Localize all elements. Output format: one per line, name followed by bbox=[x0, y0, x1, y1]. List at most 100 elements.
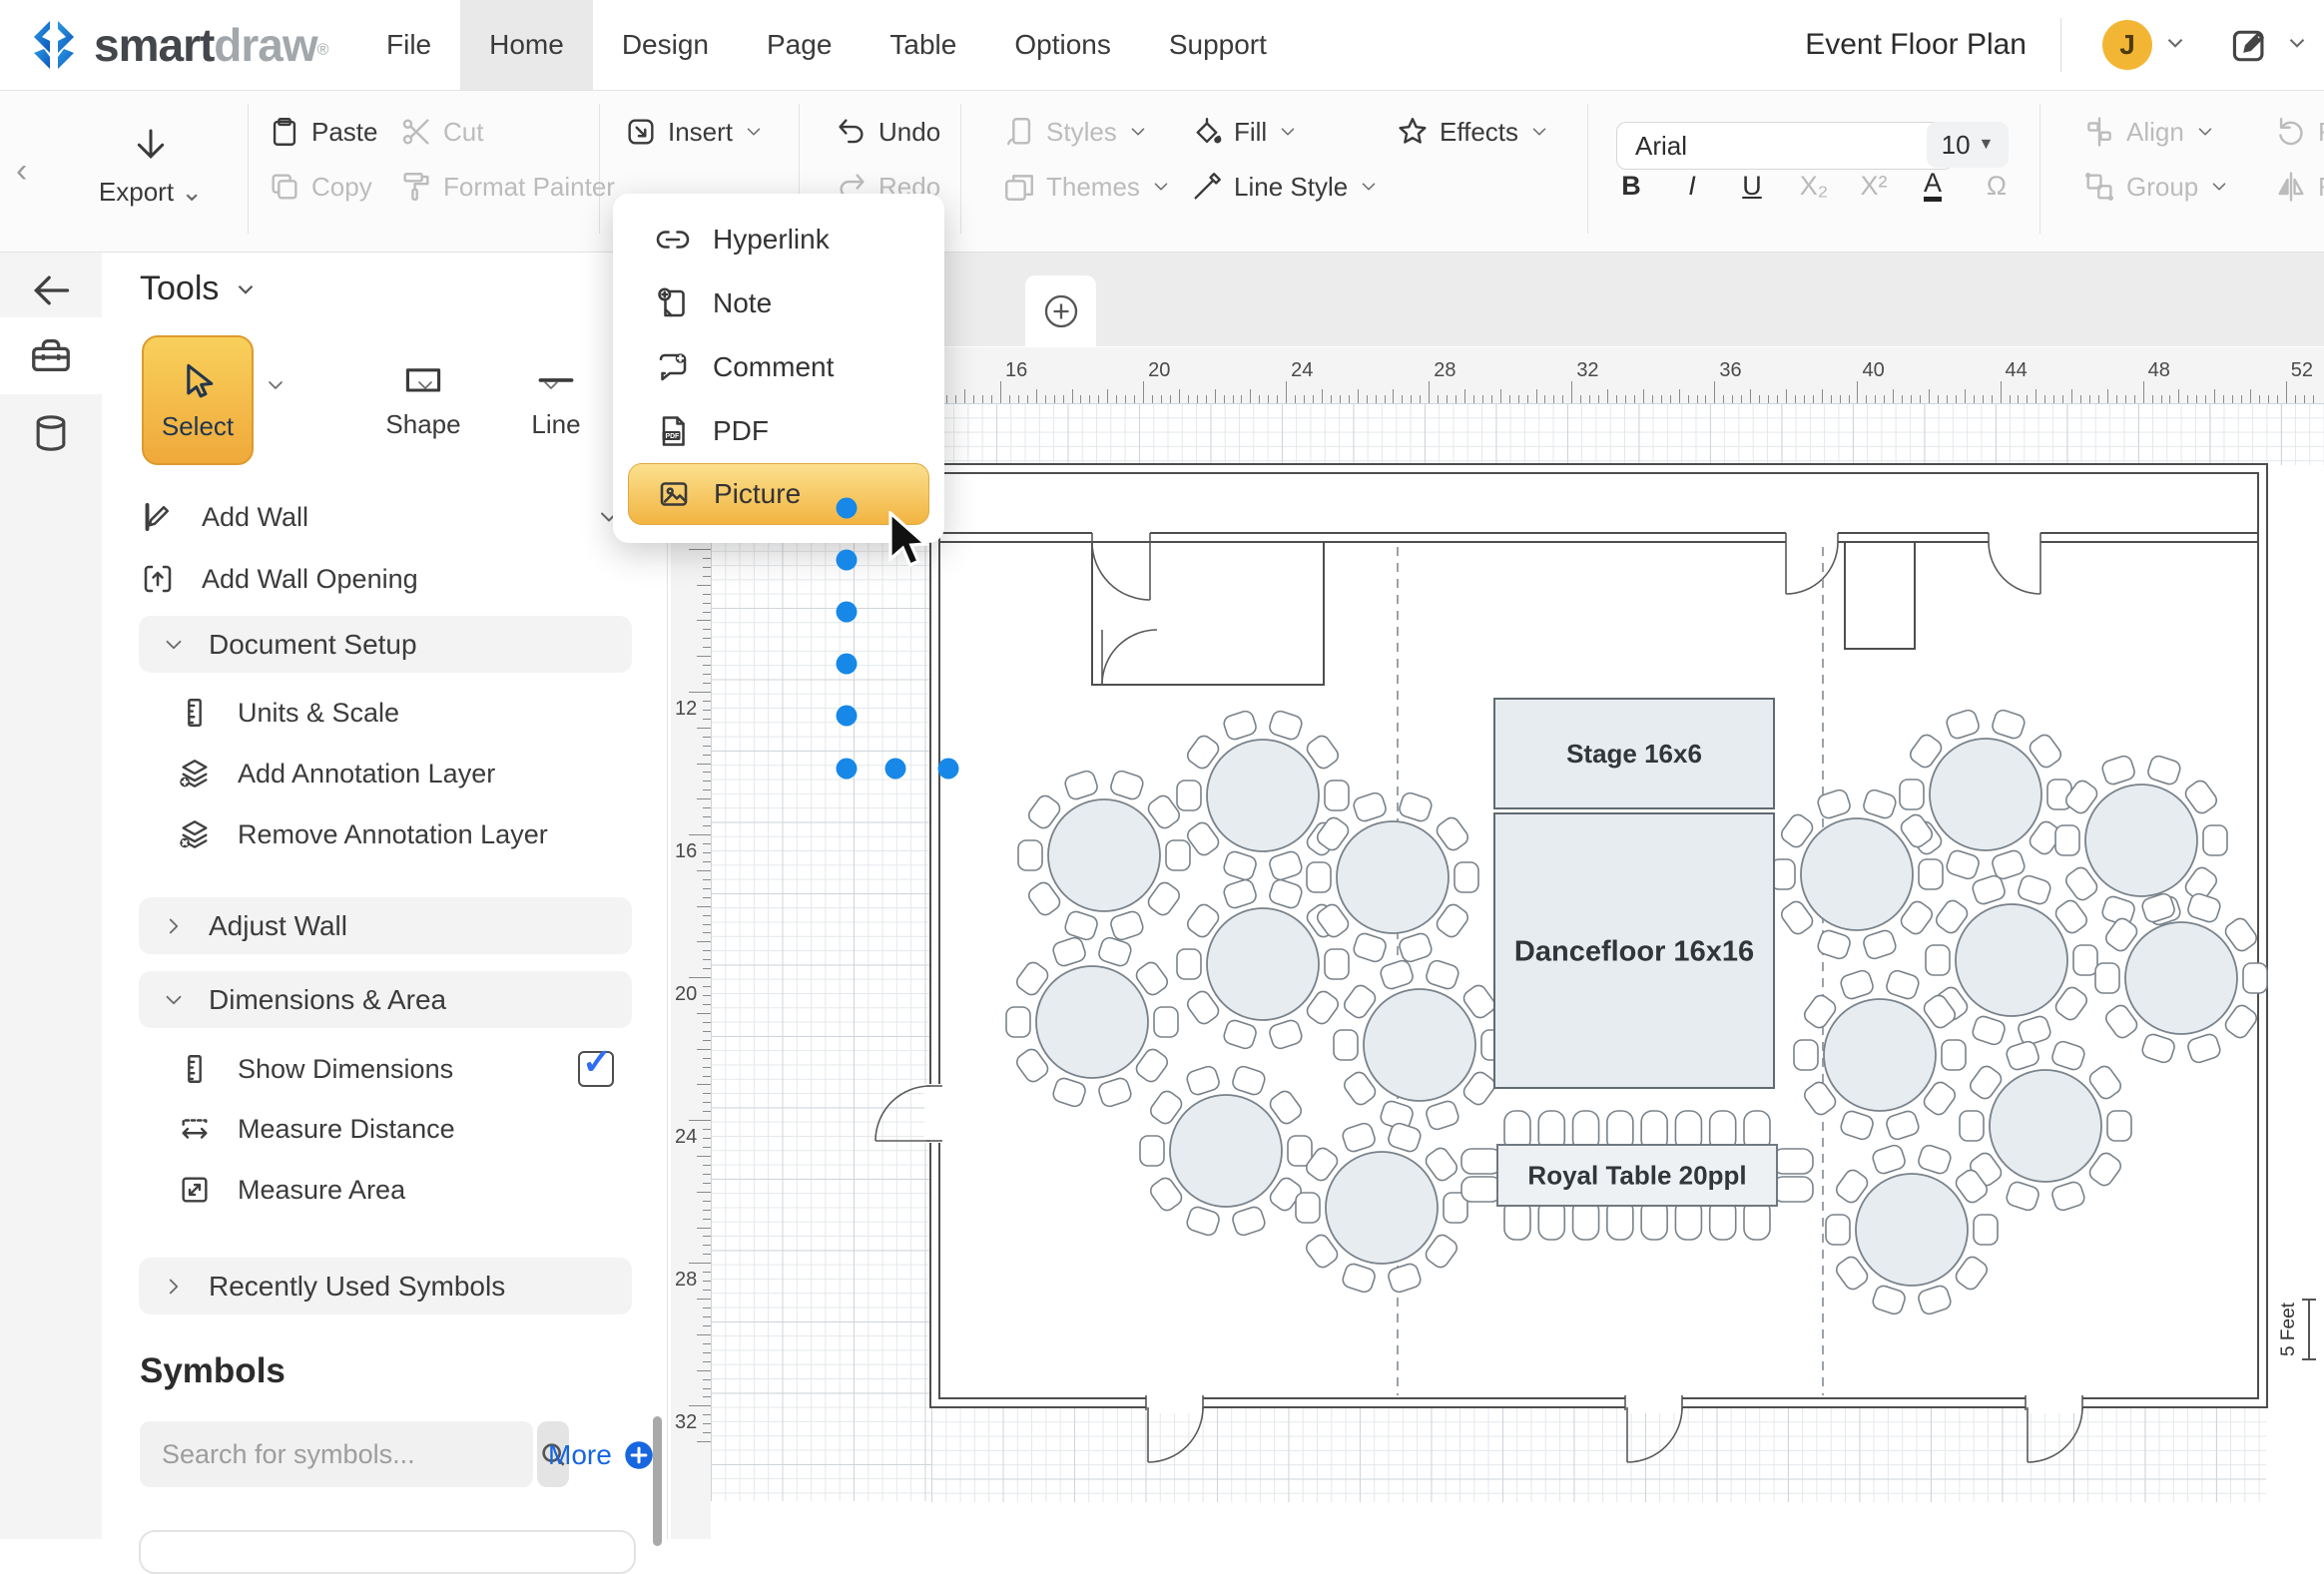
styles-button[interactable]: Styles bbox=[1002, 110, 1149, 154]
insert-icon bbox=[624, 115, 658, 149]
font-color-button[interactable]: A bbox=[1911, 164, 1955, 208]
add-wall-button[interactable]: Add Wall bbox=[140, 499, 631, 535]
paste-button[interactable]: Paste bbox=[268, 110, 378, 154]
underline-button[interactable]: U bbox=[1730, 164, 1774, 208]
menu-item-support[interactable]: Support bbox=[1140, 0, 1296, 90]
plus-circle-icon bbox=[624, 1440, 654, 1470]
section-adjust-wall[interactable]: Adjust Wall bbox=[139, 897, 632, 954]
insert-menu-item-picture[interactable]: Picture bbox=[628, 463, 929, 525]
section-document-setup[interactable]: Document Setup bbox=[139, 616, 632, 673]
share-chevron-down-icon[interactable] bbox=[2284, 30, 2310, 61]
line-style-button[interactable]: Line Style bbox=[1190, 165, 1380, 209]
measure-distance-icon bbox=[178, 1112, 212, 1146]
toolbar-separator bbox=[248, 104, 249, 234]
section-recently-used-symbols[interactable]: Recently Used Symbols bbox=[139, 1258, 632, 1314]
rail-item-tools[interactable] bbox=[0, 317, 102, 394]
smartdraw-logo[interactable]: smartdraw® bbox=[28, 14, 328, 76]
chevron-down-icon bbox=[161, 987, 187, 1013]
export-button[interactable]: Export ⌄ bbox=[96, 126, 206, 208]
main-menu: FileHomeDesignPageTableOptionsSupport bbox=[357, 0, 1296, 90]
ruler-icon bbox=[178, 1052, 212, 1086]
group-button[interactable]: Group bbox=[2082, 165, 2230, 209]
cut-button[interactable]: Cut bbox=[399, 110, 483, 154]
section-dimensions-area[interactable]: Dimensions & Area bbox=[139, 971, 632, 1028]
layers-add-icon bbox=[178, 757, 212, 790]
tool-chevron-down-icon[interactable] bbox=[413, 373, 437, 402]
fill-button[interactable]: Fill bbox=[1190, 110, 1299, 154]
tools-panel: Tools SelectShapeLineText Add WallAdd Wa… bbox=[102, 252, 668, 1539]
chevron-down-icon bbox=[233, 276, 259, 302]
styles-icon bbox=[1002, 115, 1036, 149]
show-dimensions-checkbox[interactable]: ✓ bbox=[578, 1051, 614, 1087]
menu-item-home[interactable]: Home bbox=[460, 0, 593, 90]
fill-icon bbox=[1190, 115, 1224, 149]
horizontal-ruler: 16202428323640444852 bbox=[711, 347, 2324, 403]
back-arrow-icon bbox=[29, 268, 73, 312]
add-wall-opening-button[interactable]: Add Wall Opening bbox=[140, 561, 631, 597]
more-symbols-link[interactable]: More bbox=[548, 1439, 654, 1471]
insert-button[interactable]: Insert bbox=[624, 110, 765, 154]
menu-item-page[interactable]: Page bbox=[738, 0, 861, 90]
chevron-down-icon bbox=[2208, 176, 2230, 198]
flip-icon bbox=[2274, 170, 2308, 204]
format-painter-button[interactable]: Format Painter bbox=[399, 165, 615, 209]
symbol-search-input[interactable] bbox=[140, 1439, 537, 1470]
symbols-heading: Symbols bbox=[140, 1351, 286, 1391]
measure-area-button[interactable]: Measure Area bbox=[178, 1173, 632, 1207]
panel-scrollbar[interactable] bbox=[653, 1416, 662, 1546]
insert-menu-item-hyperlink[interactable]: Hyperlink bbox=[613, 208, 944, 271]
insert-menu-item-note[interactable]: Note bbox=[613, 271, 944, 335]
insert-menu-item-comment[interactable]: Comment bbox=[613, 335, 944, 399]
bold-button[interactable]: B bbox=[1609, 164, 1653, 208]
download-icon bbox=[131, 126, 171, 166]
chevron-down-icon bbox=[1127, 121, 1149, 143]
special-character-button[interactable]: Ω bbox=[1975, 164, 2019, 208]
units-scale-button[interactable]: Units & Scale bbox=[178, 696, 632, 730]
menu-item-options[interactable]: Options bbox=[985, 0, 1140, 90]
menu-item-table[interactable]: Table bbox=[861, 0, 985, 90]
rail-item-symbol-library[interactable] bbox=[0, 394, 102, 471]
font-size-select[interactable]: 10▼ bbox=[1927, 122, 2009, 168]
topbar-divider bbox=[2060, 18, 2061, 72]
avatar[interactable]: J bbox=[2102, 20, 2152, 70]
show-dimensions-button[interactable]: Show Dimensions✓ bbox=[178, 1051, 632, 1087]
flip-button[interactable]: Flip bbox=[2274, 165, 2324, 209]
svg-text:PDF: PDF bbox=[666, 433, 680, 440]
measure-distance-button[interactable]: Measure Distance bbox=[178, 1112, 632, 1146]
picture-icon bbox=[656, 476, 692, 512]
undo-button[interactable]: Undo bbox=[835, 110, 940, 154]
font-family-input[interactable]: Arial bbox=[1616, 122, 1954, 170]
align-button[interactable]: Align bbox=[2082, 110, 2216, 154]
wall-opening-icon bbox=[140, 561, 176, 597]
tool-chevron-down-icon[interactable] bbox=[539, 373, 563, 402]
superscript-button[interactable]: X² bbox=[1852, 164, 1896, 208]
measure-area-icon bbox=[178, 1173, 212, 1207]
insert-menu-item-pdf[interactable]: PDFPDF bbox=[613, 399, 944, 463]
select-tool-icon bbox=[176, 359, 220, 403]
toolbar-separator bbox=[1587, 104, 1588, 234]
add-page-button[interactable] bbox=[1025, 275, 1096, 346]
subscript-button[interactable]: X₂ bbox=[1792, 164, 1836, 208]
themes-button[interactable]: Themes bbox=[1002, 165, 1172, 209]
collapse-toolbar-icon[interactable]: ‹ bbox=[16, 152, 27, 191]
remove-annotation-layer-button[interactable]: Remove Annotation Layer bbox=[178, 817, 632, 851]
menu-item-file[interactable]: File bbox=[357, 0, 460, 90]
chevron-right-icon bbox=[161, 913, 187, 939]
grid-area bbox=[931, 1407, 2266, 1502]
menu-item-design[interactable]: Design bbox=[593, 0, 738, 90]
toolbar-separator bbox=[960, 104, 961, 234]
smartdraw-app: smartdraw® FileHomeDesignPageTableOption… bbox=[0, 0, 2324, 1539]
rotate-button[interactable]: Rotate bbox=[2274, 110, 2324, 154]
italic-button[interactable]: I bbox=[1670, 164, 1714, 208]
add-annotation-layer-button[interactable]: Add Annotation Layer bbox=[178, 757, 632, 790]
tool-chevron-down-icon[interactable] bbox=[264, 373, 288, 402]
logo-registered-mark: ® bbox=[317, 42, 329, 59]
pen-wall-icon bbox=[140, 499, 176, 535]
share-edit-icon[interactable] bbox=[2228, 24, 2272, 73]
effects-button[interactable]: Effects bbox=[1396, 110, 1550, 154]
copy-button[interactable]: Copy bbox=[268, 165, 372, 209]
avatar-chevron-down-icon[interactable] bbox=[2162, 30, 2188, 61]
tool-select[interactable]: Select bbox=[142, 335, 254, 465]
tools-panel-heading[interactable]: Tools bbox=[140, 269, 259, 308]
undo-icon bbox=[835, 115, 869, 149]
